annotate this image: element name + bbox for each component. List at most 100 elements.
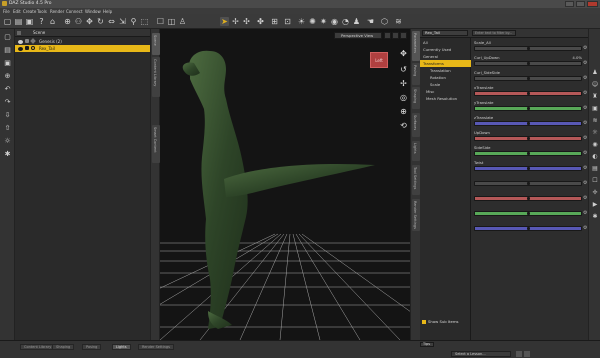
- menu-help[interactable]: Help: [103, 9, 112, 14]
- maximize-button[interactable]: [576, 1, 585, 7]
- tab-surfaces[interactable]: Surfaces: [412, 113, 420, 137]
- menu-tools[interactable]: Tools: [37, 9, 47, 14]
- menu-edit[interactable]: Edit: [13, 9, 21, 14]
- menu-create[interactable]: Create: [23, 9, 36, 14]
- tool-icon[interactable]: ✱: [591, 213, 599, 221]
- tab-tool-settings[interactable]: Tool Settings: [412, 165, 420, 195]
- settings-icon[interactable]: ✱: [3, 150, 12, 159]
- geometry-editor-icon[interactable]: ✢: [231, 17, 240, 26]
- expand-arrow-icon[interactable]: [30, 38, 36, 44]
- scale-tool-icon[interactable]: ⇲: [118, 17, 127, 26]
- param-slider[interactable]: [474, 136, 582, 141]
- new-scene-icon[interactable]: ▢: [3, 33, 12, 42]
- camera-panel-icon[interactable]: ◉: [591, 141, 599, 149]
- visibility-eye-icon[interactable]: [18, 46, 23, 51]
- viewport-menu-button[interactable]: [384, 32, 391, 39]
- zoom-nav-icon[interactable]: ◎: [399, 93, 408, 102]
- slider-knob[interactable]: [527, 227, 530, 230]
- tab-lights[interactable]: Lights: [412, 141, 420, 161]
- tree-item-all[interactable]: All: [420, 39, 471, 46]
- param-slider[interactable]: [474, 166, 582, 171]
- slider-knob[interactable]: [527, 107, 530, 110]
- morph-icon[interactable]: ✢: [591, 189, 599, 197]
- redo-icon[interactable]: ↷: [3, 98, 12, 107]
- tab-shaping[interactable]: Shaping: [412, 87, 420, 109]
- bottom-tab-posing[interactable]: Posing: [82, 344, 102, 350]
- slider-knob[interactable]: [527, 137, 530, 140]
- spotlight-icon[interactable]: ☀: [297, 17, 306, 26]
- tips-tab[interactable]: Tips: [420, 342, 434, 347]
- active-pose-icon[interactable]: ➤: [220, 17, 229, 26]
- hair-icon[interactable]: ≋: [394, 17, 403, 26]
- slider-knob[interactable]: [527, 182, 530, 185]
- wardrobe-icon[interactable]: ♜: [591, 93, 599, 101]
- view-select-dropdown[interactable]: Perspective View: [334, 32, 382, 39]
- node-select-dropdown[interactable]: Rex_Tail: [422, 30, 468, 36]
- hand-icon[interactable]: ☚: [366, 17, 375, 26]
- lesson-prev-button[interactable]: [516, 351, 522, 357]
- render-icon[interactable]: ☐: [156, 17, 165, 26]
- merge-icon[interactable]: ⊕: [3, 72, 12, 81]
- menu-window[interactable]: Window: [85, 9, 101, 14]
- tree-item-currently-used[interactable]: Currently Used: [420, 46, 471, 53]
- lesson-select[interactable]: Select a Lesson...: [451, 351, 511, 357]
- lock-icon[interactable]: [25, 39, 29, 43]
- tree-item-rotation[interactable]: Rotation: [420, 74, 471, 81]
- slider-knob[interactable]: [527, 152, 530, 155]
- export-icon[interactable]: ⇧: [3, 124, 12, 133]
- slider-knob[interactable]: [527, 62, 530, 65]
- posing-icon[interactable]: ♙: [178, 17, 187, 26]
- param-slider[interactable]: [474, 196, 582, 201]
- prop-icon[interactable]: ▣: [591, 105, 599, 113]
- tree-item-mesh-resolution[interactable]: Mesh Resolution: [420, 95, 471, 102]
- file-open-icon[interactable]: ▤: [14, 17, 23, 26]
- primitive-icon[interactable]: ⬡: [380, 17, 389, 26]
- undo-icon[interactable]: ↶: [3, 85, 12, 94]
- translate-tool-icon[interactable]: ⇔: [107, 17, 116, 26]
- material-icon[interactable]: ◐: [591, 153, 599, 161]
- universal-tool-icon[interactable]: ✥: [85, 17, 94, 26]
- joint-editor-icon[interactable]: ⚲: [129, 17, 138, 26]
- bottom-tab-shaping[interactable]: Shaping: [52, 344, 75, 350]
- light-icon[interactable]: ☼: [3, 137, 12, 146]
- tree-item-translation[interactable]: Translation: [420, 67, 471, 74]
- render-preset-icon[interactable]: ☐: [591, 177, 599, 185]
- distant-light-icon[interactable]: ✷: [319, 17, 328, 26]
- visibility-eye-icon[interactable]: [18, 39, 23, 44]
- tab-posing[interactable]: Posing: [412, 63, 420, 85]
- rotate-nav-icon[interactable]: ↺: [399, 65, 408, 74]
- view-cube[interactable]: Left: [370, 52, 388, 68]
- point-light-icon[interactable]: ✺: [308, 17, 317, 26]
- save-scene-icon[interactable]: ▣: [3, 59, 12, 68]
- tree-item-transforms[interactable]: Transforms: [420, 60, 471, 67]
- param-slider[interactable]: [474, 211, 582, 216]
- figure-pose-icon[interactable]: ♟: [591, 69, 599, 77]
- param-filter-input[interactable]: Enter text to filter by...: [472, 30, 516, 36]
- hair-panel-icon[interactable]: ≋: [591, 117, 599, 125]
- slider-knob[interactable]: [527, 212, 530, 215]
- show-sub-items-checkbox[interactable]: [422, 320, 426, 324]
- view-icon[interactable]: ◔: [341, 17, 350, 26]
- scene-preset-icon[interactable]: ▤: [591, 165, 599, 173]
- tab-content-library[interactable]: Content Library: [152, 57, 160, 97]
- camera-icon[interactable]: ◉: [330, 17, 339, 26]
- param-value[interactable]: 4.0%: [572, 55, 582, 60]
- menu-file[interactable]: File: [3, 9, 10, 14]
- tab-scene[interactable]: Scene: [152, 33, 160, 55]
- light-panel-icon[interactable]: ☼: [591, 129, 599, 137]
- bottom-tab-content-library[interactable]: Content Library: [20, 344, 56, 350]
- slider-knob[interactable]: [527, 92, 530, 95]
- tab-render-settings[interactable]: Render Settings: [412, 199, 420, 231]
- param-slider[interactable]: [474, 121, 582, 126]
- param-slider[interactable]: [474, 106, 582, 111]
- bottom-tab-lights[interactable]: Lights: [112, 344, 131, 350]
- lesson-next-button[interactable]: [524, 351, 530, 357]
- tree-item-scale[interactable]: Scale: [420, 81, 471, 88]
- param-slider[interactable]: [474, 181, 582, 186]
- surface-selection-icon[interactable]: ⚇: [74, 17, 83, 26]
- animation-icon[interactable]: ▶: [591, 201, 599, 209]
- help-icon[interactable]: ?: [37, 17, 46, 26]
- param-slider[interactable]: [474, 61, 582, 66]
- slider-knob[interactable]: [527, 47, 530, 50]
- param-slider[interactable]: [474, 46, 582, 51]
